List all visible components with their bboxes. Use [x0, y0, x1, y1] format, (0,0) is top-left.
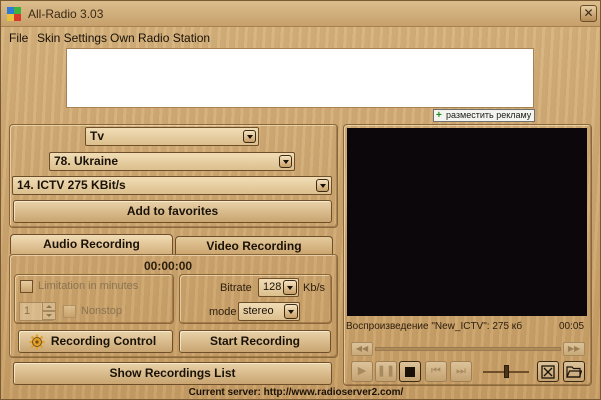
play-icon[interactable]: ▶: [351, 361, 373, 382]
video-display[interactable]: [347, 128, 587, 316]
tab-video-recording[interactable]: Video Recording: [175, 236, 333, 256]
rewind-icon[interactable]: ◀◀: [351, 342, 373, 356]
dropdown-arrow-icon[interactable]: [316, 179, 329, 192]
current-server-label: Current server: http://www.radioserver2.…: [188, 387, 404, 398]
menu-bar: File Skin Settings Own Radio Station: [1, 29, 600, 47]
stepper-up-icon[interactable]: [42, 302, 56, 311]
ad-banner[interactable]: [66, 48, 534, 108]
tab-audio-recording[interactable]: Audio Recording: [10, 234, 173, 254]
playback-status: Воспроизведение "New_ICTV": 275 кб: [346, 321, 523, 332]
limitation-checkbox[interactable]: [20, 280, 33, 293]
volume-slider[interactable]: [504, 365, 509, 378]
country-value: 78. Ukraine: [54, 154, 119, 168]
show-recordings-list-button[interactable]: Show Recordings List: [13, 362, 332, 385]
country-select[interactable]: 78. Ukraine: [49, 152, 295, 171]
add-to-favorites-button[interactable]: Add to favorites: [13, 200, 332, 223]
minutes-stepper[interactable]: [42, 302, 56, 321]
fullscreen-glyph: [541, 365, 555, 379]
playback-time: 00:05: [559, 321, 585, 332]
pause-icon[interactable]: ❚❚: [375, 361, 397, 382]
window-title: All-Radio 3.03: [28, 7, 104, 21]
recording-control-button[interactable]: Recording Control: [18, 330, 173, 353]
limitation-label: Limitation in minutes: [38, 280, 139, 292]
seek-bar[interactable]: [375, 347, 561, 351]
folder-glyph: [566, 366, 583, 378]
bitrate-select[interactable]: 128: [258, 278, 299, 297]
dropdown-arrow-icon[interactable]: [243, 130, 256, 143]
station-select[interactable]: 14. ICTV 275 KBit/s: [12, 176, 332, 195]
bitrate-unit: Kb/s: [303, 282, 326, 294]
mode-label: mode: [209, 306, 237, 318]
close-icon[interactable]: ✕: [580, 5, 597, 22]
bitrate-value: 128: [263, 281, 282, 293]
place-ad-link[interactable]: + разместить рекламу: [433, 109, 536, 122]
stop-square: [405, 367, 415, 377]
dropdown-arrow-icon[interactable]: [284, 304, 298, 319]
menu-file[interactable]: File: [9, 31, 28, 45]
mode-value: stereo: [243, 305, 274, 317]
station-value: 14. ICTV 275 KBit/s: [17, 178, 126, 192]
title-bar[interactable]: All-Radio 3.03 ✕: [1, 1, 600, 27]
gear-icon: [29, 334, 45, 350]
plus-icon: +: [436, 110, 442, 121]
recording-timer: 00:00:00: [144, 259, 193, 273]
menu-skin-settings[interactable]: Skin Settings: [37, 31, 107, 45]
dropdown-arrow-icon[interactable]: [279, 155, 292, 168]
category-select[interactable]: Tv: [85, 127, 259, 146]
stop-icon[interactable]: [399, 361, 421, 382]
app-icon: [7, 7, 21, 21]
nonstop-label: Nonstop: [81, 305, 122, 317]
stepper-down-icon[interactable]: [42, 311, 56, 320]
prev-icon[interactable]: ⏮: [425, 361, 447, 382]
dropdown-arrow-icon[interactable]: [283, 280, 297, 295]
next-icon[interactable]: ⏭: [450, 361, 472, 382]
fullscreen-icon[interactable]: [537, 361, 559, 382]
place-ad-label: разместить рекламу: [446, 110, 532, 120]
fast-forward-icon[interactable]: ▶▶: [563, 342, 585, 356]
menu-own-radio-station[interactable]: Own Radio Station: [110, 31, 210, 45]
folder-icon[interactable]: [563, 361, 585, 382]
category-value: Tv: [90, 129, 105, 143]
app-window: All-Radio 3.03 ✕ File Skin Settings Own …: [0, 0, 601, 400]
recording-control-label: Recording Control: [50, 334, 157, 348]
start-recording-button[interactable]: Start Recording: [179, 330, 331, 353]
mode-select[interactable]: stereo: [238, 302, 300, 321]
bitrate-label: Bitrate: [220, 282, 252, 294]
nonstop-checkbox[interactable]: [63, 305, 76, 318]
